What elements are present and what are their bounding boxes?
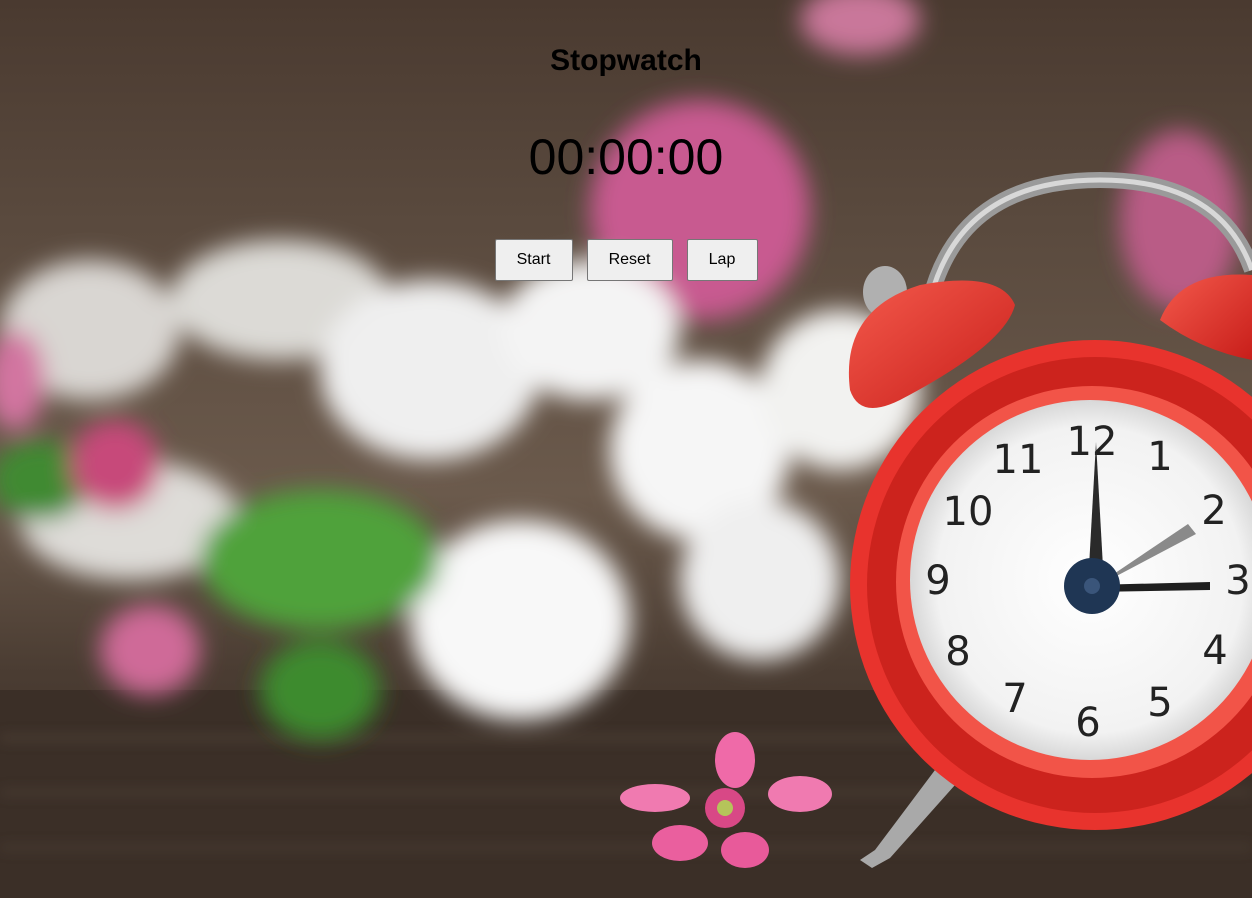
svg-text:12: 12: [1067, 419, 1118, 465]
time-display: 00:00:00: [528, 129, 724, 185]
page-title: Stopwatch: [550, 44, 702, 77]
svg-text:7: 7: [1002, 676, 1027, 722]
lap-button[interactable]: Lap: [686, 239, 758, 281]
svg-text:2: 2: [1201, 488, 1226, 534]
svg-text:11: 11: [993, 437, 1044, 483]
start-button[interactable]: Start: [494, 239, 573, 281]
stopwatch-controls: Start Reset Lap: [0, 239, 1252, 281]
svg-text:10: 10: [943, 489, 994, 535]
svg-text:8: 8: [945, 629, 970, 675]
svg-text:9: 9: [925, 558, 950, 604]
svg-text:5: 5: [1147, 680, 1172, 726]
svg-text:1: 1: [1147, 434, 1172, 480]
svg-text:4: 4: [1202, 628, 1227, 674]
svg-text:3: 3: [1225, 558, 1250, 604]
reset-button[interactable]: Reset: [586, 239, 673, 281]
svg-text:6: 6: [1075, 700, 1100, 746]
